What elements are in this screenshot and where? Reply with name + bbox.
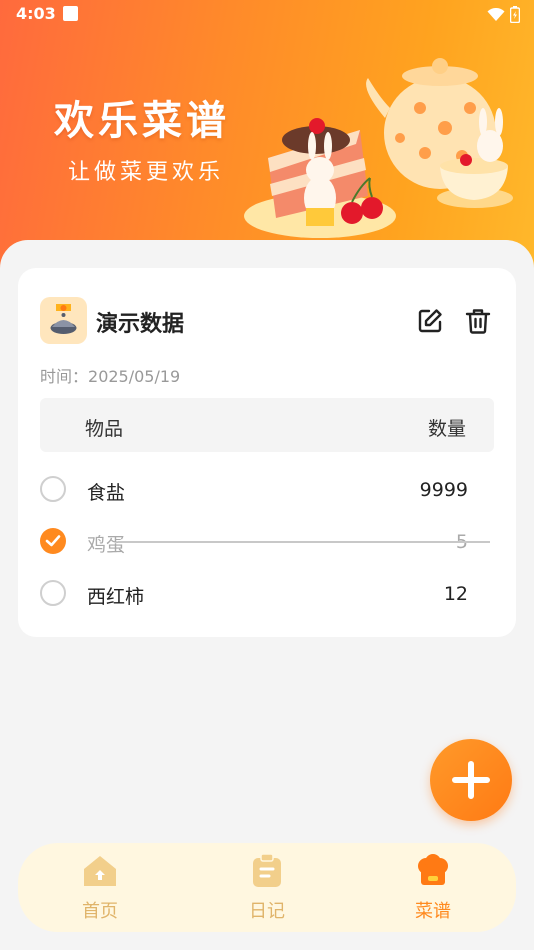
app-title: 欢乐菜谱 [54,98,230,144]
date-value: 2025/05/19 [88,367,181,386]
ingredient-row[interactable]: 西红柿 12 [40,574,494,614]
nav-item-recipes[interactable]: 菜谱 [383,853,483,925]
ingredient-name: 西红柿 [87,586,145,608]
checkbox-unchecked[interactable] [40,476,66,502]
ingredient-quantity: 9999 [419,479,468,501]
dessert-illustration [244,58,513,238]
date-label: 时间： [40,367,89,386]
chef-hat-icon [418,854,448,885]
ingredient-row[interactable]: 鸡蛋 5 [40,522,494,562]
add-recipe-button[interactable] [430,739,512,821]
recipe-date: 时间：2025/05/19 [40,363,180,387]
recipe-thumbnail [40,297,87,344]
check-icon [45,535,61,547]
nav-label-home: 首页 [82,901,118,922]
delete-icon[interactable] [464,307,492,335]
recipe-card[interactable]: 演示数据 时间：2025/05/19 物品 数量 食盐 9999 鸡蛋 5 西红… [18,268,516,637]
column-item: 物品 [85,418,124,440]
notification-icon [63,6,78,21]
ingredient-quantity: 12 [443,583,468,605]
checkbox-unchecked[interactable] [40,580,66,606]
column-quantity: 数量 [427,418,466,440]
home-icon [84,856,116,886]
status-time: 4:03 [16,4,56,23]
ingredient-name: 鸡蛋 [87,534,126,556]
status-bar: 4:03 [0,0,534,30]
nav-label-recipes: 菜谱 [415,901,451,922]
app-subtitle: 让做菜更欢乐 [68,160,225,185]
recipe-title: 演示数据 [96,312,185,337]
checkbox-checked[interactable] [40,528,66,554]
bottom-navigation: 首页 日记 菜谱 [18,843,516,932]
ingredient-row[interactable]: 食盐 9999 [40,470,494,510]
ingredient-name: 食盐 [87,482,126,504]
header-banner: 4:03 欢乐菜谱 让做菜更欢乐 [0,0,534,270]
nav-label-diary: 日记 [249,901,285,922]
dish-icon [50,304,77,334]
nav-item-diary[interactable]: 日记 [217,853,317,925]
clipboard-icon [253,853,281,887]
battery-icon [510,6,520,23]
wifi-icon [487,7,505,21]
ingredients-header: 物品 数量 [40,398,494,452]
strikethrough-line [118,541,490,543]
status-icons [487,6,520,23]
nav-item-home[interactable]: 首页 [50,853,150,925]
edit-icon[interactable] [416,307,444,335]
plus-icon [452,761,490,799]
